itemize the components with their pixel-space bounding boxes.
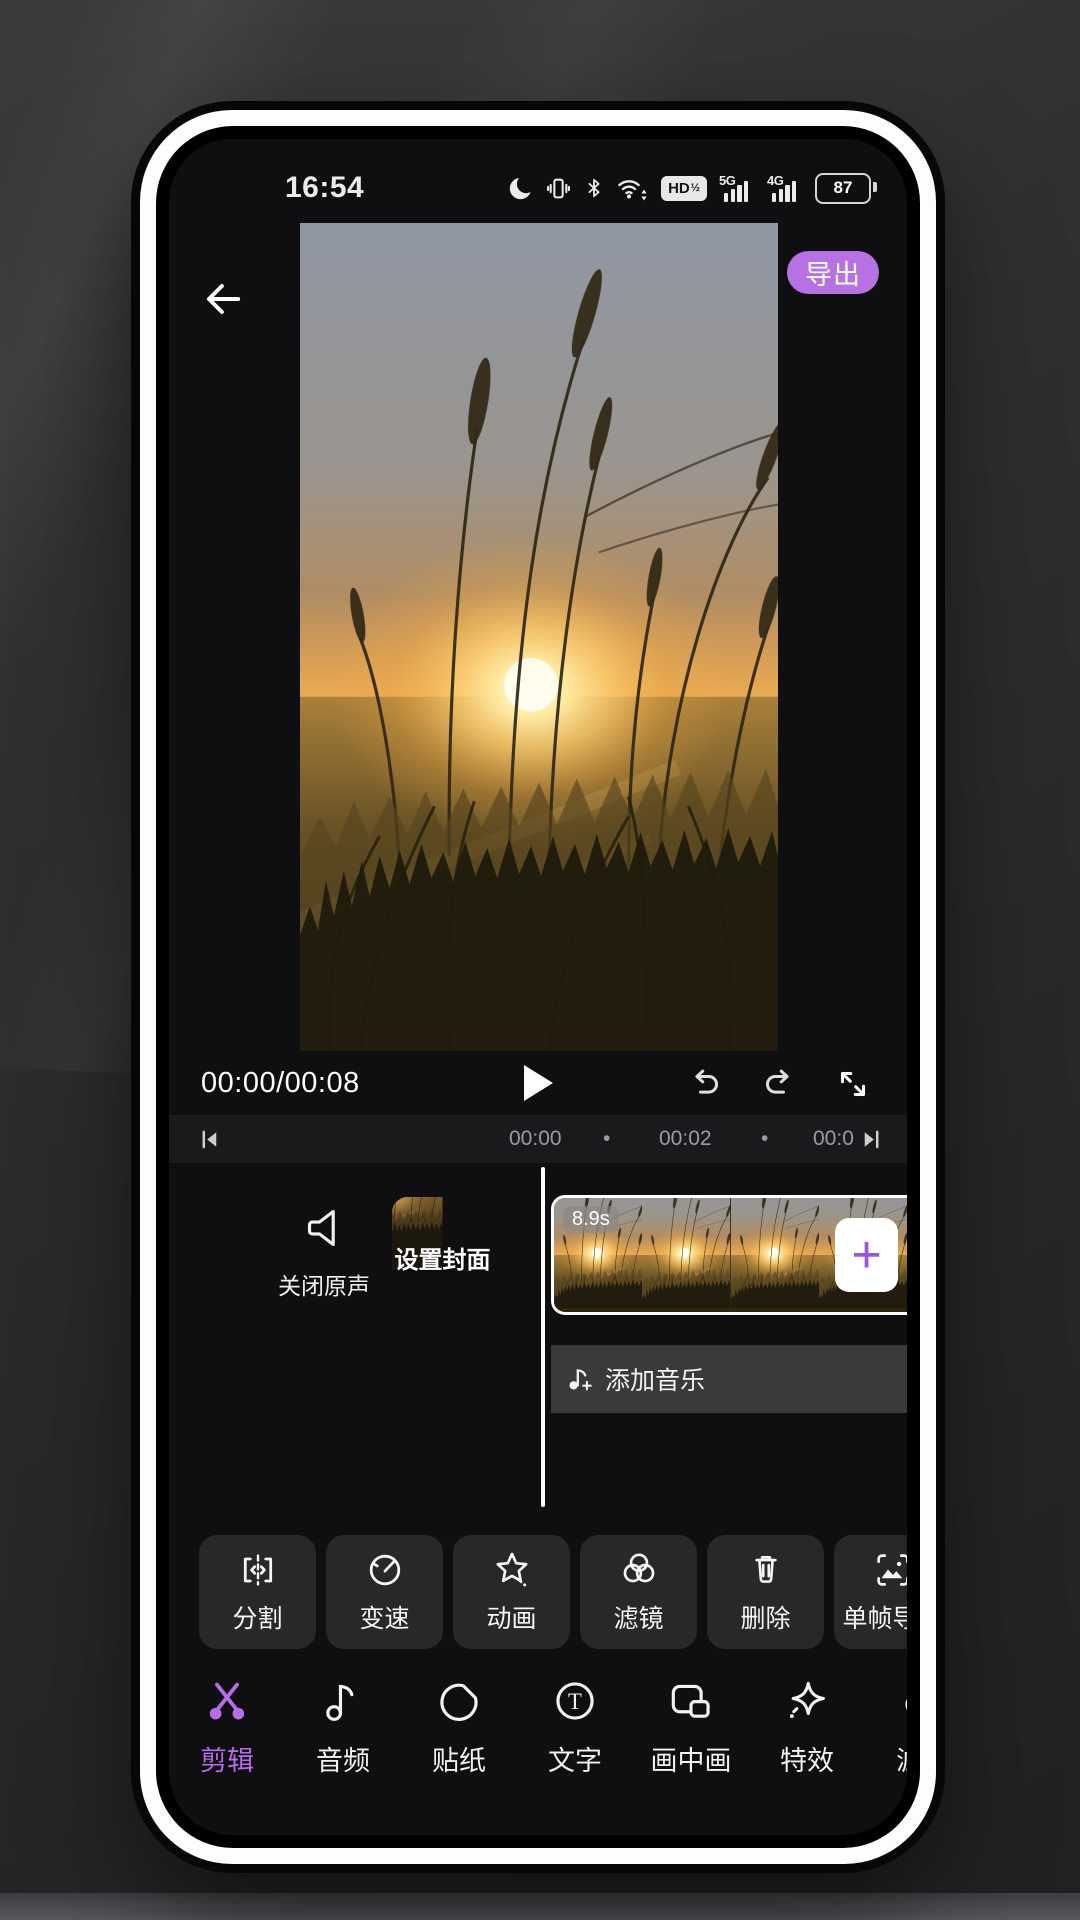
frame-export-icon [872,1549,908,1591]
tool-frame-export[interactable]: 单帧导出 [834,1535,907,1649]
mute-original-sound-button[interactable]: 关闭原声 [263,1203,385,1301]
video-preview[interactable] [300,223,778,1051]
export-button[interactable]: 导出 [787,251,879,294]
status-icons: HD½ 5G 4G 87 [507,173,871,204]
ruler-tick: 00:0 [813,1127,854,1151]
tool-delete[interactable]: 删除 [707,1535,824,1649]
clip-frame [642,1198,730,1312]
phone-mockup-frame: 16:54 [140,110,936,1864]
nav-pip[interactable]: 画中画 [633,1677,749,1778]
nav-effects[interactable]: 特效 [749,1677,865,1778]
mute-label: 关闭原声 [263,1267,385,1301]
clip-tool-row: 分割 变速 动画 [199,1535,907,1649]
ruler-tick: 00:02 [659,1127,712,1151]
surface-strip [0,1893,1080,1920]
undo-button[interactable] [687,1066,723,1102]
player-controls: 00:00/00:08 [169,1053,907,1115]
nav-filter[interactable]: 滤镜 [865,1677,907,1778]
nav-audio[interactable]: 音频 [285,1677,401,1778]
tool-animation[interactable]: 动画 [453,1535,570,1649]
status-time: 16:54 [285,171,364,205]
add-music-button[interactable]: 添加音乐 [551,1345,907,1413]
speed-icon [364,1549,406,1591]
filter-icon [899,1677,907,1725]
animation-icon [491,1549,533,1591]
app-screen: 16:54 [169,139,907,1835]
add-music-label: 添加音乐 [605,1361,705,1397]
effects-icon [783,1677,831,1725]
skip-to-end-icon[interactable] [859,1128,882,1151]
split-icon [237,1549,279,1591]
timeline-ruler[interactable]: 00:00 • 00:02 • 00:0 [169,1115,907,1163]
play-button[interactable] [521,1063,555,1103]
back-button[interactable] [197,273,249,325]
sunset-video-frame [300,223,778,1051]
nav-edit[interactable]: 剪辑 [169,1677,285,1778]
signal-4g-icon: 4G [767,174,803,203]
ruler-dot: • [761,1127,768,1151]
sticker-icon [435,1677,483,1725]
music-note-icon [319,1677,367,1725]
cover-label: 设置封面 [392,1197,493,1317]
filter-icon [618,1549,660,1591]
add-clip-button[interactable]: + [835,1218,898,1292]
skip-to-start-icon[interactable] [199,1128,222,1151]
nav-sticker[interactable]: 贴纸 [401,1677,517,1778]
scissors-icon [203,1677,251,1725]
wifi-icon [617,175,649,202]
hd-volte-icon: HD½ [661,176,707,201]
bottom-nav: 剪辑 音频 贴纸 [169,1677,907,1778]
bluetooth-icon [583,176,605,200]
fullscreen-button[interactable] [835,1066,871,1102]
tool-speed[interactable]: 变速 [326,1535,443,1649]
set-cover-button[interactable]: 设置封面 [392,1197,493,1317]
text-icon: T [551,1677,599,1725]
speaker-icon [299,1203,349,1253]
tool-filter[interactable]: 滤镜 [580,1535,697,1649]
battery-icon: 87 [815,173,871,204]
clip-duration-badge: 8.9s [563,1206,619,1233]
music-note-add-icon [565,1364,595,1394]
playhead[interactable] [541,1167,545,1507]
vibrate-icon [546,176,571,201]
redo-button[interactable] [761,1066,797,1102]
moon-icon [507,175,534,202]
signal-5g-icon: 5G [719,174,755,203]
tool-split[interactable]: 分割 [199,1535,316,1649]
svg-text:T: T [568,1689,582,1714]
ruler-tick: 00:00 [509,1127,562,1151]
wallpaper-background: 16:54 [0,0,1080,1920]
status-bar: 16:54 [169,165,907,211]
nav-text[interactable]: T 文字 [517,1677,633,1778]
clip-frame [731,1198,819,1312]
phone-bezel: 16:54 [156,126,920,1848]
pip-icon [667,1677,715,1725]
ruler-dot: • [603,1127,610,1151]
playback-time: 00:00/00:08 [201,1067,360,1100]
trash-icon [745,1549,787,1591]
